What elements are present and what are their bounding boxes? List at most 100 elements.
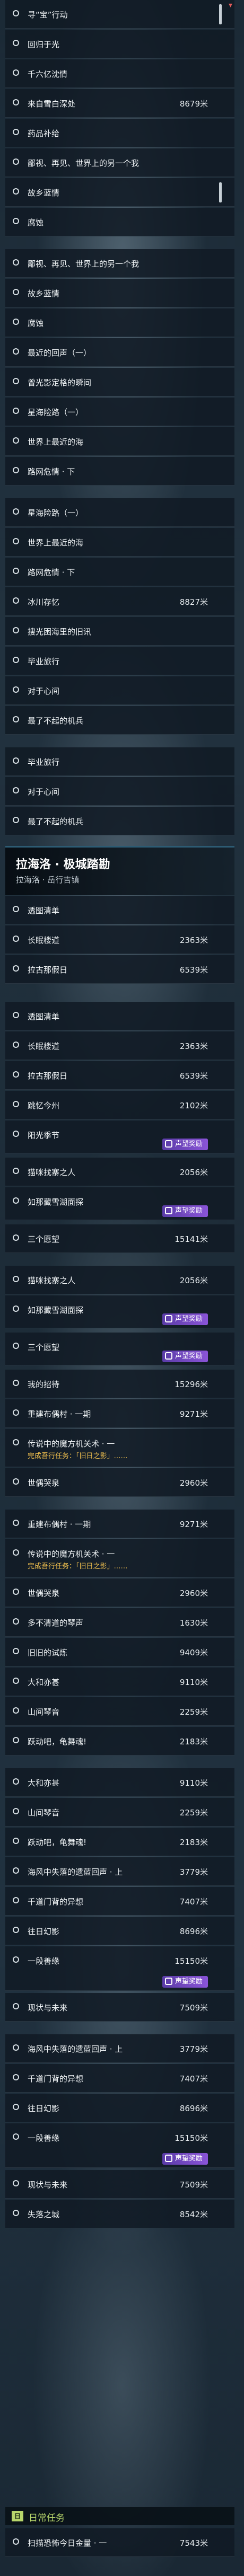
- quest-row[interactable]: 海风中失落的遗蓝回声 · 上 3779米: [5, 1857, 234, 1886]
- quest-row[interactable]: 最了不起的机兵: [5, 807, 234, 835]
- quest-row[interactable]: 鄙视、再见、世界上的另一个我: [5, 249, 234, 278]
- quest-row[interactable]: 跳忆今州 2102米: [5, 1091, 234, 1119]
- quest-row[interactable]: 世界上最近的海: [5, 427, 234, 456]
- quest-row[interactable]: 现状与未来 7509米: [5, 1993, 234, 2022]
- quest-row[interactable]: 如那藏雪湖面探 声望奖励: [5, 1187, 234, 1220]
- quest-row[interactable]: 如那藏雪湖面探 声望奖励: [5, 1295, 234, 1328]
- quest-title: 腐蚀: [28, 218, 44, 227]
- quest-row[interactable]: 猫咪找寨之人 2056米: [5, 1158, 234, 1186]
- quest-status-circle-icon: [13, 1380, 19, 1386]
- quest-row[interactable]: 千道门背的异想 7407米: [5, 1887, 234, 1916]
- quest-row[interactable]: 一段善缘 15150米 声望奖励: [5, 1946, 234, 1991]
- quest-title: 多不清道的琴声: [28, 1618, 84, 1628]
- quest-distance: 2102米: [179, 1101, 208, 1110]
- quest-row[interactable]: 故乡蓝情: [5, 178, 234, 207]
- reward-label: 声望奖励: [175, 2155, 203, 2163]
- quest-row[interactable]: 大和亦甚 9110米: [5, 1668, 234, 1696]
- quest-row[interactable]: 毕业旅行: [5, 647, 234, 675]
- quest-title: 毕业旅行: [28, 657, 60, 666]
- quest-row[interactable]: 千六亿沈情: [5, 59, 234, 88]
- quest-row[interactable]: 最近的回声（一）: [5, 338, 234, 367]
- quest-title: 对于心间: [28, 686, 60, 696]
- quest-row[interactable]: 鄙视、再见、世界上的另一个我: [5, 148, 234, 177]
- quest-row[interactable]: 往日幻影 8696米: [5, 2094, 234, 2122]
- quest-row[interactable]: 世界上最近的海: [5, 528, 234, 557]
- quest-row[interactable]: 长眠楼道 2363米: [5, 925, 234, 954]
- quest-row[interactable]: 透图清单: [5, 1002, 234, 1030]
- quest-status-circle-icon: [13, 787, 19, 793]
- quest-row[interactable]: 来自雪白深处 8679米: [5, 89, 234, 118]
- quest-row[interactable]: 药品补给: [5, 119, 234, 147]
- quest-row[interactable]: 透图清单: [5, 896, 234, 924]
- scrollbar-thumb[interactable]: [219, 4, 222, 24]
- quest-row[interactable]: 世偶哭泉 2960米: [5, 1468, 234, 1497]
- quest-status-circle-icon: [13, 1678, 19, 1684]
- quest-row[interactable]: 腐蚀: [5, 208, 234, 236]
- quest-title: 最了不起的机兵: [28, 817, 84, 826]
- quest-row[interactable]: 猫咪找寨之人 2056米: [5, 1266, 234, 1294]
- quest-row[interactable]: 旧旧的试炼 9409米: [5, 1638, 234, 1666]
- quest-status-circle-icon: [13, 1439, 19, 1445]
- quest-distance: 9271米: [179, 1409, 208, 1419]
- quest-row[interactable]: 拉古那假日 6539米: [5, 1061, 234, 1090]
- daily-tasks-header[interactable]: 日 日常任务: [5, 2507, 234, 2525]
- quest-row[interactable]: 对于心间: [5, 777, 234, 806]
- quest-row[interactable]: 冰川存忆 8827米: [5, 587, 234, 616]
- quest-distance: 2259米: [179, 1707, 208, 1717]
- collapse-arrow-icon[interactable]: ▾: [229, 1, 232, 10]
- quest-row[interactable]: 世偶哭泉 2960米: [5, 1578, 234, 1607]
- quest-row[interactable]: 往日幻影 8696米: [5, 1917, 234, 1945]
- quest-row[interactable]: 三个愿望 声望奖励: [5, 1333, 234, 1365]
- quest-row[interactable]: 对于心间: [5, 676, 234, 705]
- quest-status-circle-icon: [13, 1838, 19, 1844]
- quest-row[interactable]: 一段善缘 15150米 声望奖励: [5, 2123, 234, 2168]
- quest-row[interactable]: 故乡蓝情: [5, 279, 234, 307]
- quest-distance: 15296米: [175, 1380, 208, 1389]
- quest-row[interactable]: 重建布偶村 · 一期 9271米: [5, 1399, 234, 1428]
- quest-row[interactable]: 大和亦甚 9110米: [5, 1768, 234, 1797]
- scrollbar-thumb[interactable]: [219, 182, 222, 202]
- quest-title: 来自雪白深处: [28, 99, 76, 109]
- reward-icon: [165, 1207, 172, 1214]
- quest-row[interactable]: 现状与未来 7509米: [5, 2170, 234, 2199]
- quest-row[interactable]: 三个愿望 15141米: [5, 1224, 234, 1253]
- quest-title: 旧旧的试炼: [28, 1648, 68, 1657]
- quest-row[interactable]: 跃动吧，龟舞魂! 2183米: [5, 1828, 234, 1856]
- quest-row[interactable]: 搜光困海里的旧讯: [5, 617, 234, 646]
- quest-row[interactable]: 星海险路（一）: [5, 498, 234, 527]
- quest-row[interactable]: 重建布偶村 · 一期 9271米: [5, 1510, 234, 1538]
- quest-row[interactable]: 长眠楼道 2363米: [5, 1031, 234, 1060]
- quest-row[interactable]: 千道门背的异想 7407米: [5, 2064, 234, 2093]
- quest-row[interactable]: 路网危情 · 下: [5, 457, 234, 486]
- quest-title: 猫咪找寨之人: [28, 1276, 76, 1285]
- quest-row[interactable]: 星海险路（一）: [5, 398, 234, 426]
- quest-row[interactable]: 最了不起的机兵: [5, 706, 234, 735]
- quest-row[interactable]: 腐蚀: [5, 308, 234, 337]
- quest-row[interactable]: 毕业旅行: [5, 747, 234, 776]
- quest-status-circle-icon: [13, 508, 19, 515]
- quest-row[interactable]: 山间琴音 2259米: [5, 1798, 234, 1827]
- quest-row[interactable]: 路网危情 · 下: [5, 558, 234, 586]
- region-section-header[interactable]: 拉海洛 · 极城踏勘 拉海洛 · 岳行吉镇: [5, 846, 234, 895]
- quest-row[interactable]: 传说中的魔方机关术 · 一完成吾行任务：「旧日之影」……: [5, 1429, 234, 1467]
- quest-row[interactable]: 多不清道的琴声 1630米: [5, 1608, 234, 1637]
- quest-title: 重建布偶村 · 一期: [28, 1520, 91, 1529]
- quest-title: 长眠楼道: [28, 1042, 60, 1051]
- quest-row[interactable]: 我的招待 15296米: [5, 1370, 234, 1398]
- quest-row[interactable]: 扫描恐怖今日金量 · 一 7543米: [5, 2528, 234, 2557]
- quest-row[interactable]: 失落之城 8542米: [5, 2200, 234, 2228]
- quest-row[interactable]: 阳光季节 声望奖励: [5, 1121, 234, 1153]
- quest-row[interactable]: 跃动吧，龟舞魂! 2183米: [5, 1727, 234, 1755]
- quest-row[interactable]: 山间琴音 2259米: [5, 1697, 234, 1726]
- quest-row[interactable]: 曾光影定格的瞬间: [5, 368, 234, 396]
- quest-distance: 9409米: [179, 1648, 208, 1657]
- quest-requirement: 完成吾行任务：「旧日之影」……: [28, 1563, 128, 1571]
- quest-row[interactable]: 回归于光: [5, 30, 234, 58]
- quest-title: 海风中失落的遗蓝回声 · 上: [28, 2044, 123, 2054]
- quest-row[interactable]: 拉古那假日 6539米: [5, 955, 234, 984]
- quest-title: 千六亿沈情: [28, 69, 68, 79]
- quest-status-circle-icon: [13, 1197, 19, 1204]
- quest-row[interactable]: 海风中失落的遗蓝回声 · 上 3779米: [5, 2034, 234, 2063]
- quest-row[interactable]: 寻“宝”行动: [5, 0, 234, 29]
- quest-row[interactable]: 传说中的魔方机关术 · 一完成吾行任务：「旧日之影」……: [5, 1539, 234, 1577]
